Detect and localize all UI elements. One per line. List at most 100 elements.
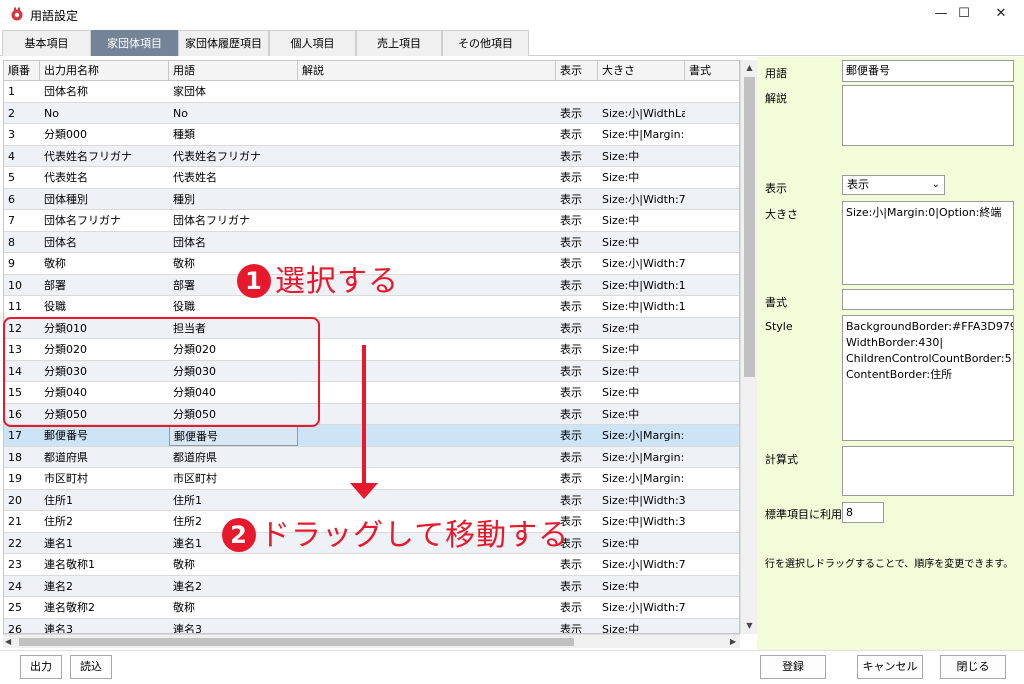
cell-term[interactable]: 団体名 [169, 232, 298, 253]
cell-size[interactable]: Size:中|Width:12 [598, 275, 685, 296]
cell-display[interactable]: 表示 [556, 554, 598, 575]
cell-display[interactable]: 表示 [556, 275, 598, 296]
cell-display[interactable]: 表示 [556, 210, 598, 231]
cell-format[interactable] [685, 232, 739, 253]
vertical-scrollbar[interactable]: ▲ ▼ [740, 60, 757, 634]
cell-order[interactable]: 19 [4, 468, 40, 489]
cell-order[interactable]: 23 [4, 554, 40, 575]
import-button[interactable]: 読込 [70, 655, 112, 679]
cell-term[interactable]: No [169, 103, 298, 124]
cell-display[interactable]: 表示 [556, 382, 598, 403]
cell-description[interactable] [298, 404, 556, 425]
cell-display[interactable]: 表示 [556, 447, 598, 468]
cell-order[interactable]: 7 [4, 210, 40, 231]
tab-family-history[interactable]: 家団体履歴項目 [178, 30, 269, 56]
close-window-button[interactable]: ✕ [978, 0, 1024, 28]
close-button[interactable]: 閉じる [940, 655, 1006, 679]
cell-size[interactable]: Size:中|Width:30 [598, 490, 685, 511]
cell-order[interactable]: 6 [4, 189, 40, 210]
output-button[interactable]: 出力 [20, 655, 62, 679]
cell-format[interactable] [685, 490, 739, 511]
format-input[interactable] [842, 289, 1014, 310]
cell-description[interactable] [298, 124, 556, 145]
cell-size[interactable]: Size:中 [598, 232, 685, 253]
table-row[interactable]: 1 団体名称 家団体 [4, 81, 739, 103]
cell-output-name[interactable]: 連名敬称1 [40, 554, 169, 575]
table-row[interactable]: 26 連名3 連名3 表示 Size:中 [4, 618, 739, 634]
cell-format[interactable] [685, 468, 739, 489]
cell-display[interactable]: 表示 [556, 425, 598, 446]
cell-size[interactable]: Size:中 [598, 533, 685, 554]
cell-order[interactable]: 25 [4, 597, 40, 618]
cell-order[interactable]: 26 [4, 619, 40, 634]
horizontal-scrollbar-thumb[interactable] [19, 638, 574, 646]
table-row[interactable]: 24 連名2 連名2 表示 Size:中 [4, 575, 739, 597]
cell-size[interactable]: Size:中|Width:30 [598, 511, 685, 532]
cell-output-name[interactable]: 連名敬称2 [40, 597, 169, 618]
cell-order[interactable]: 4 [4, 146, 40, 167]
column-header-format[interactable]: 書式 [685, 61, 739, 81]
cell-format[interactable] [685, 425, 739, 446]
cell-term[interactable]: 種類 [169, 124, 298, 145]
cell-description[interactable] [298, 318, 556, 339]
cell-term[interactable]: 団体名フリガナ [169, 210, 298, 231]
cell-output-name[interactable]: 連名1 [40, 533, 169, 554]
cell-format[interactable] [685, 619, 739, 634]
scroll-left-arrow-icon[interactable]: ◀ [5, 635, 11, 649]
column-header-order[interactable]: 順番 [4, 61, 40, 81]
cell-description[interactable] [298, 189, 556, 210]
scroll-down-arrow-icon[interactable]: ▼ [741, 618, 758, 634]
cell-format[interactable] [685, 404, 739, 425]
cell-output-name[interactable]: 連名3 [40, 619, 169, 634]
tab-sales[interactable]: 売上項目 [356, 30, 442, 56]
cell-format[interactable] [685, 339, 739, 360]
cell-output-name[interactable]: No [40, 103, 169, 124]
cell-description[interactable] [298, 103, 556, 124]
cell-description[interactable] [298, 339, 556, 360]
cell-display[interactable]: 表示 [556, 296, 598, 317]
cell-size[interactable]: Size:中|Margin:0 [598, 124, 685, 145]
cell-size[interactable]: Size:中 [598, 576, 685, 597]
cell-description[interactable] [298, 490, 556, 511]
table-row[interactable]: 6 団体種別 種別 表示 Size:小|Width:70 [4, 188, 739, 210]
cell-description[interactable] [298, 597, 556, 618]
cell-output-name[interactable]: 郵便番号 [40, 425, 169, 446]
cell-order[interactable]: 8 [4, 232, 40, 253]
cell-order[interactable]: 17 [4, 425, 40, 446]
cell-order[interactable]: 21 [4, 511, 40, 532]
cell-description[interactable] [298, 447, 556, 468]
cell-size[interactable]: Size:小|Margin:0 [598, 447, 685, 468]
cell-size[interactable]: Size:中 [598, 318, 685, 339]
cell-format[interactable] [685, 167, 739, 188]
cell-term[interactable]: 郵便番号 [169, 425, 298, 446]
cell-description[interactable] [298, 232, 556, 253]
cell-format[interactable] [685, 554, 739, 575]
cell-display[interactable] [556, 81, 598, 102]
cell-size[interactable]: Size:小|Width:70 [598, 597, 685, 618]
cell-output-name[interactable]: 市区町村 [40, 468, 169, 489]
cell-output-name[interactable]: 団体種別 [40, 189, 169, 210]
scrollbar-thumb[interactable] [744, 77, 755, 377]
cell-size[interactable]: Size:小|Margin:0 [598, 468, 685, 489]
cell-display[interactable]: 表示 [556, 103, 598, 124]
cell-description[interactable] [298, 619, 556, 634]
cell-format[interactable] [685, 511, 739, 532]
cell-term[interactable]: 種別 [169, 189, 298, 210]
cell-format[interactable] [685, 253, 739, 274]
cell-output-name[interactable]: 団体名フリガナ [40, 210, 169, 231]
cell-term[interactable]: 都道府県 [169, 447, 298, 468]
cell-format[interactable] [685, 533, 739, 554]
cell-display[interactable]: 表示 [556, 404, 598, 425]
cell-description[interactable] [298, 576, 556, 597]
table-row[interactable]: 23 連名敬称1 敬称 表示 Size:小|Width:70 [4, 554, 739, 576]
cell-order[interactable]: 3 [4, 124, 40, 145]
cell-display[interactable]: 表示 [556, 468, 598, 489]
table-row[interactable]: 2 No No 表示 Size:小|WidthLal [4, 102, 739, 124]
cell-format[interactable] [685, 576, 739, 597]
cell-format[interactable] [685, 124, 739, 145]
description-textarea[interactable] [842, 85, 1014, 146]
cancel-button[interactable]: キャンセル [857, 655, 923, 679]
cell-format[interactable] [685, 447, 739, 468]
cell-format[interactable] [685, 597, 739, 618]
table-row[interactable]: 18 都道府県 都道府県 表示 Size:小|Margin:0 [4, 446, 739, 468]
